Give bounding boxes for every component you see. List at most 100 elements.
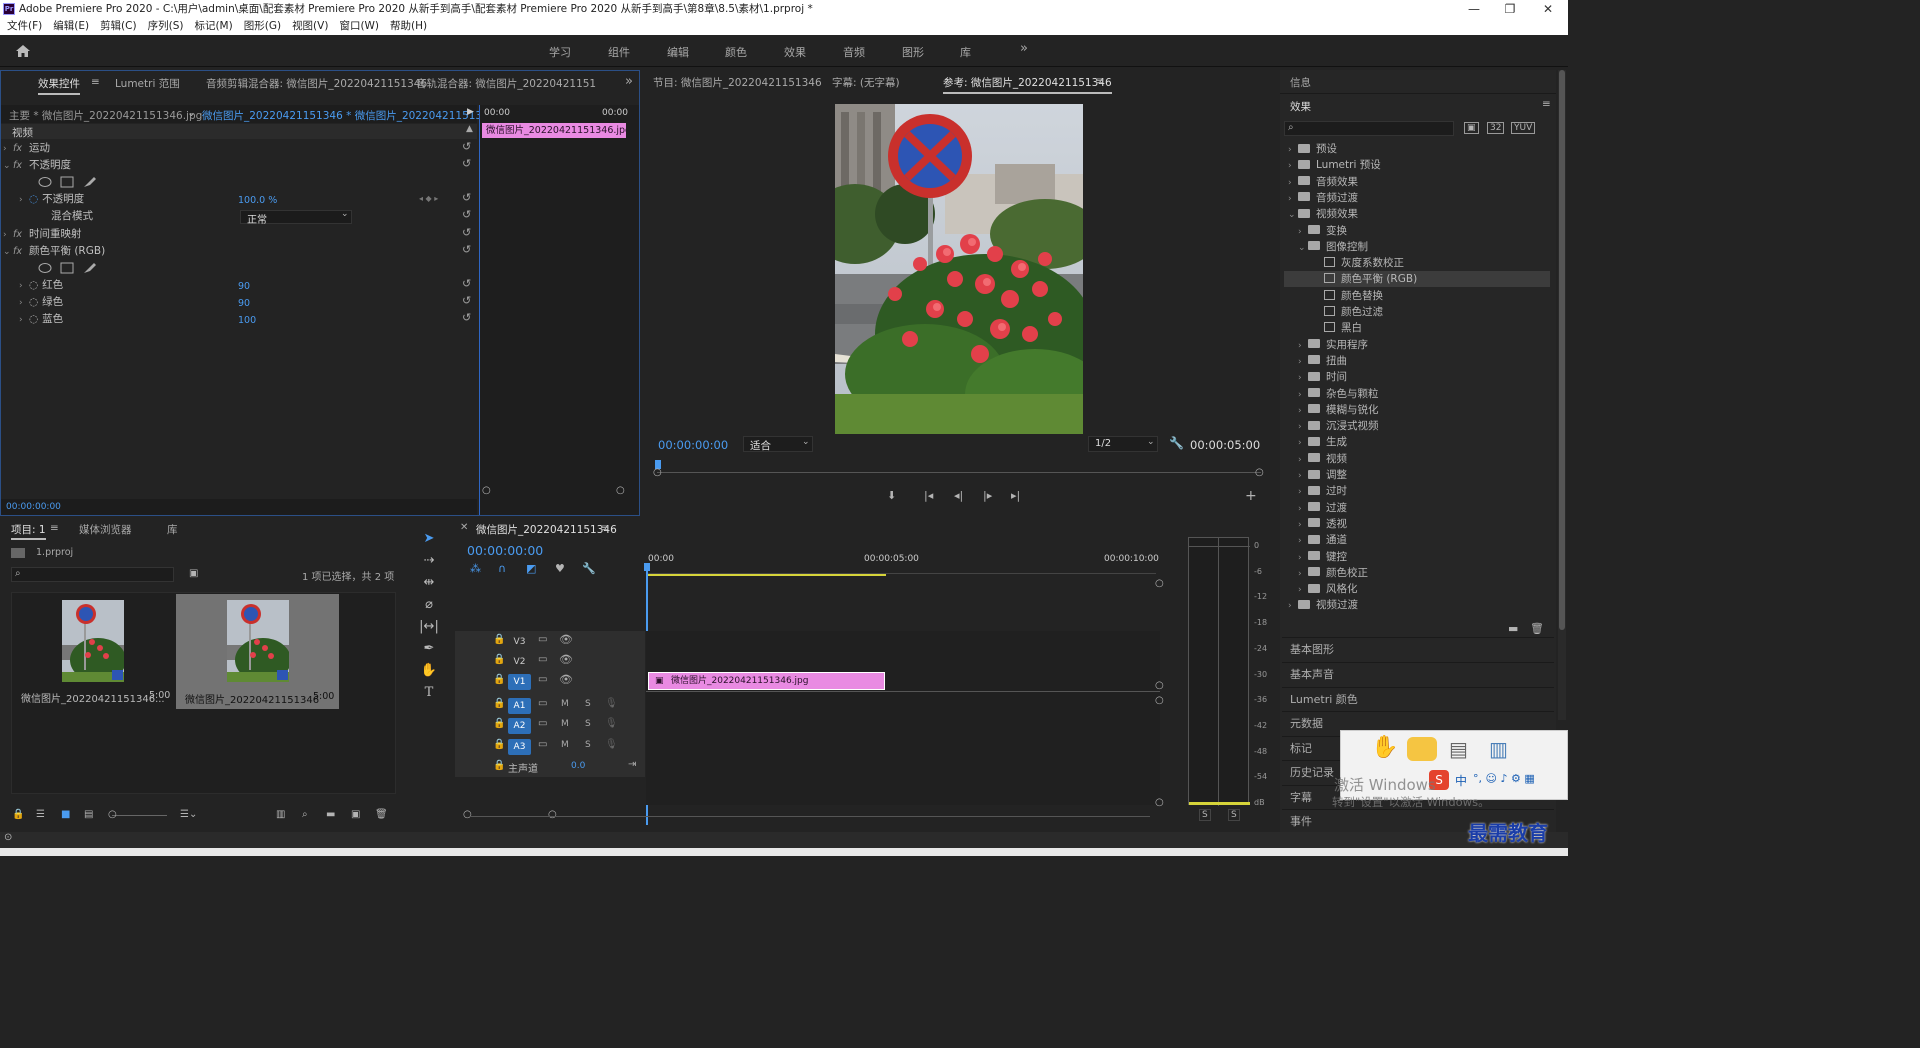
step-forward-icon[interactable]: |▸ (983, 489, 992, 502)
tab-menu-icon[interactable]: ≡ (1095, 75, 1104, 87)
effects-tree-item[interactable]: › 预设 (1288, 141, 1554, 157)
tab-libraries[interactable]: 库 (167, 522, 178, 537)
effects-tree-item[interactable]: ⌄ 图像控制 (1298, 239, 1554, 255)
fit-select[interactable]: 适合 ⌄ (743, 436, 813, 452)
effects-tree-item[interactable]: › 透视 (1298, 516, 1554, 532)
tab-menu-icon[interactable]: ≡ (50, 522, 59, 534)
ws-assembly[interactable]: 组件 (608, 44, 630, 60)
mute-button[interactable]: M (561, 740, 569, 750)
menu-window[interactable]: 窗口(W) (339, 20, 379, 32)
go-to-end-icon[interactable]: ⇥ (628, 759, 636, 770)
microphone-icon[interactable]: 🎙 (605, 718, 618, 729)
lock-icon[interactable]: 🔒 (493, 698, 505, 709)
ws-color[interactable]: 颜色 (725, 44, 747, 60)
tab-audio-clip-mixer[interactable]: 音频剪辑混合器: 微信图片_20220421151346 (206, 76, 427, 91)
eye-icon[interactable]: 👁 (559, 653, 573, 666)
master-track-value[interactable]: 0.0 (571, 761, 585, 771)
ws-learning[interactable]: 学习 (549, 44, 571, 60)
type-tool-icon[interactable]: T (418, 685, 440, 705)
collapse-icon[interactable]: ▲ (466, 124, 473, 134)
timeline-ruler[interactable] (646, 566, 1156, 574)
sync-lock-icon[interactable]: ▭ (538, 718, 547, 729)
new-bin-icon[interactable]: ▬ (1508, 622, 1518, 635)
yuv-icon[interactable]: YUV (1511, 122, 1536, 134)
menu-clip[interactable]: 剪辑(C) (100, 20, 137, 32)
ec-row-opacity-value[interactable]: › ◌ 不透明度 (3, 191, 84, 208)
lock-icon[interactable]: 🔒 (493, 760, 505, 771)
reset-icon[interactable]: ↺ (462, 311, 471, 324)
go-to-out-icon[interactable]: ▸| (1011, 489, 1020, 502)
project-item-selected[interactable]: 微信图片_20220421151346 5:00 (176, 594, 339, 709)
ws-editing[interactable]: 编辑 (667, 44, 689, 60)
ec-master-clip[interactable]: 主要 * 微信图片_20220421151346.jpg (9, 108, 202, 123)
solo-right-button[interactable]: S (1228, 809, 1240, 821)
timeline-title[interactable]: 微信图片_20220421151346 (476, 522, 617, 537)
effects-tree-item[interactable]: › 过时 (1298, 483, 1554, 499)
zoom-handle-icon[interactable]: ○ (482, 485, 491, 496)
effects-tree-item[interactable]: › 视频 (1298, 451, 1554, 467)
timeline-timecode[interactable]: 00:00:00:00 (467, 543, 543, 558)
zoom-slider[interactable] (112, 815, 167, 816)
pen-tool-icon[interactable]: ✒ (418, 641, 440, 661)
effects-tree-item[interactable]: › 过渡 (1298, 500, 1554, 516)
ec-row-blue[interactable]: › ◌ 蓝色 (3, 311, 63, 328)
stacked-panel-header[interactable]: Lumetri 颜色 (1282, 687, 1554, 711)
work-area-bar[interactable] (646, 574, 886, 576)
effects-tree-item[interactable]: › 杂色与颗粒 (1298, 386, 1554, 402)
close-tab-icon[interactable]: ✕ (460, 522, 468, 533)
program-scrubber[interactable]: ○ ○ (653, 460, 1264, 482)
reset-icon[interactable]: ↺ (462, 208, 471, 221)
reset-icon[interactable]: ↺ (462, 157, 471, 170)
scroll-handle-icon[interactable]: ○ (548, 809, 557, 820)
effects-tree-item[interactable]: › 风格化 (1298, 581, 1554, 597)
accelerated-icon[interactable]: ▣ (1464, 122, 1479, 134)
playhead-icon[interactable] (644, 563, 650, 571)
sync-lock-icon[interactable]: ▭ (538, 634, 547, 645)
tab-project[interactable]: 项目: 1 (11, 522, 46, 540)
blend-mode-select[interactable]: 正常 ⌄ (240, 209, 352, 226)
32bit-icon[interactable]: 32 (1487, 122, 1505, 134)
add-marker-icon[interactable]: ♥ (555, 562, 565, 575)
nest-icon[interactable]: ⁂ (470, 562, 481, 575)
effects-tree-item[interactable]: › 模糊与锐化 (1298, 402, 1554, 418)
report-icon[interactable]: ▥ (1489, 737, 1508, 761)
effects-tree-item[interactable]: › 键控 (1298, 549, 1554, 565)
delete-icon[interactable]: 🗑 (375, 809, 388, 820)
chevron-down-icon[interactable]: ⌄ (187, 107, 196, 119)
effects-tree-item[interactable]: › 调整 (1298, 467, 1554, 483)
lock-icon[interactable]: 🔒 (493, 654, 505, 665)
ec-sequence-clip[interactable]: 微信图片_20220421151346 * 微信图片_2022042115134… (202, 108, 506, 123)
tab-menu-icon[interactable]: ≡ (91, 76, 100, 88)
lock-icon[interactable]: 🔒 (493, 718, 505, 729)
find-icon[interactable]: ⌕ (302, 809, 308, 820)
eye-icon[interactable]: 👁 (559, 673, 573, 686)
menu-markers[interactable]: 标记(M) (194, 20, 232, 32)
reset-icon[interactable]: ↺ (462, 140, 471, 153)
wrench-icon[interactable]: 🔧 (1169, 436, 1184, 450)
track-target-button[interactable]: A1 (508, 698, 531, 714)
green-value[interactable]: 90 (238, 298, 250, 309)
sync-lock-icon[interactable]: ▭ (538, 654, 547, 665)
minimize-button[interactable]: — (1456, 0, 1492, 18)
stacked-panel-header[interactable]: 基本图形 (1282, 637, 1554, 661)
opacity-value[interactable]: 100.0 % (238, 195, 277, 206)
project-search-input[interactable]: ⌕ (11, 567, 174, 582)
sort-icon[interactable]: ☰⌄ (180, 809, 197, 820)
sync-lock-icon[interactable]: ▭ (538, 739, 547, 750)
eye-icon[interactable]: 👁 (559, 633, 573, 646)
ws-effects[interactable]: 效果 (784, 44, 806, 60)
stacked-panel-header[interactable]: 基本声音 (1282, 662, 1554, 686)
reset-icon[interactable]: ↺ (462, 191, 471, 204)
menu-graphics[interactable]: 图形(G) (244, 20, 281, 32)
new-item-icon[interactable]: ▣ (351, 809, 360, 820)
menu-help[interactable]: 帮助(H) (390, 20, 427, 32)
close-button[interactable]: ✕ (1530, 0, 1566, 18)
lock-icon[interactable]: 🔒 (493, 739, 505, 750)
ws-libraries[interactable]: 库 (960, 44, 971, 60)
mute-button[interactable]: M (561, 719, 569, 729)
track-select-tool-icon[interactable]: ⇢ (418, 553, 440, 573)
effects-tree-item[interactable]: 颜色平衡 (RGB) (1284, 271, 1550, 288)
menu-view[interactable]: 视图(V) (292, 20, 328, 32)
ws-graphics[interactable]: 图形 (902, 44, 924, 60)
effects-tree-item[interactable]: › 生成 (1298, 434, 1554, 450)
